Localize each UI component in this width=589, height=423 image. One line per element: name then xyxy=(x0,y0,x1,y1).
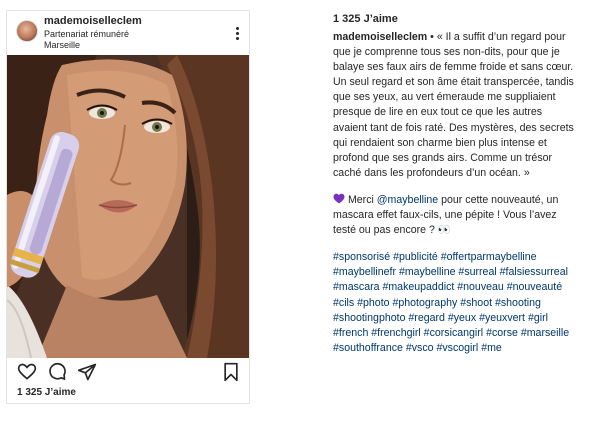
purple-heart-icon xyxy=(333,193,345,204)
hashtags[interactable]: #sponsorisé #publicité #offertparmaybell… xyxy=(333,250,578,356)
bookmark-icon[interactable] xyxy=(221,362,241,382)
caption-username[interactable]: mademoiselleclem xyxy=(333,31,427,43)
share-icon[interactable] xyxy=(77,362,97,382)
caption-panel: 1 325 J’aime mademoiselleclem • « Il a s… xyxy=(333,12,578,356)
thanks-paragraph: Merci @maybelline pour cette nouveauté, … xyxy=(333,193,578,238)
paid-partnership-label[interactable]: Partenariat rémunéré xyxy=(44,29,129,39)
caption-text: mademoiselleclem • « Il a suffit d’un re… xyxy=(333,30,578,181)
post-photo[interactable] xyxy=(7,55,249,358)
post-card: mademoiselleclem Partenariat rémunéré Ma… xyxy=(6,10,250,404)
comment-icon[interactable] xyxy=(47,362,67,382)
location-label[interactable]: Marseille xyxy=(44,40,80,50)
post-header: mademoiselleclem Partenariat rémunéré Ma… xyxy=(7,11,249,55)
avatar[interactable] xyxy=(16,20,38,42)
thanks-prefix: Merci xyxy=(345,193,377,206)
likes-count[interactable]: 1 325 J’aime xyxy=(17,387,76,398)
portrait-image xyxy=(7,55,249,358)
mention-link[interactable]: @maybelline xyxy=(377,194,438,206)
heart-icon[interactable] xyxy=(17,362,37,382)
caption-body: • « Il a suffit d’un regard pour que je … xyxy=(333,31,574,179)
caption-likes-count[interactable]: 1 325 J’aime xyxy=(333,12,578,27)
post-actions xyxy=(7,362,249,382)
post-username[interactable]: mademoiselleclem xyxy=(44,15,142,27)
more-options-icon[interactable] xyxy=(235,27,239,41)
